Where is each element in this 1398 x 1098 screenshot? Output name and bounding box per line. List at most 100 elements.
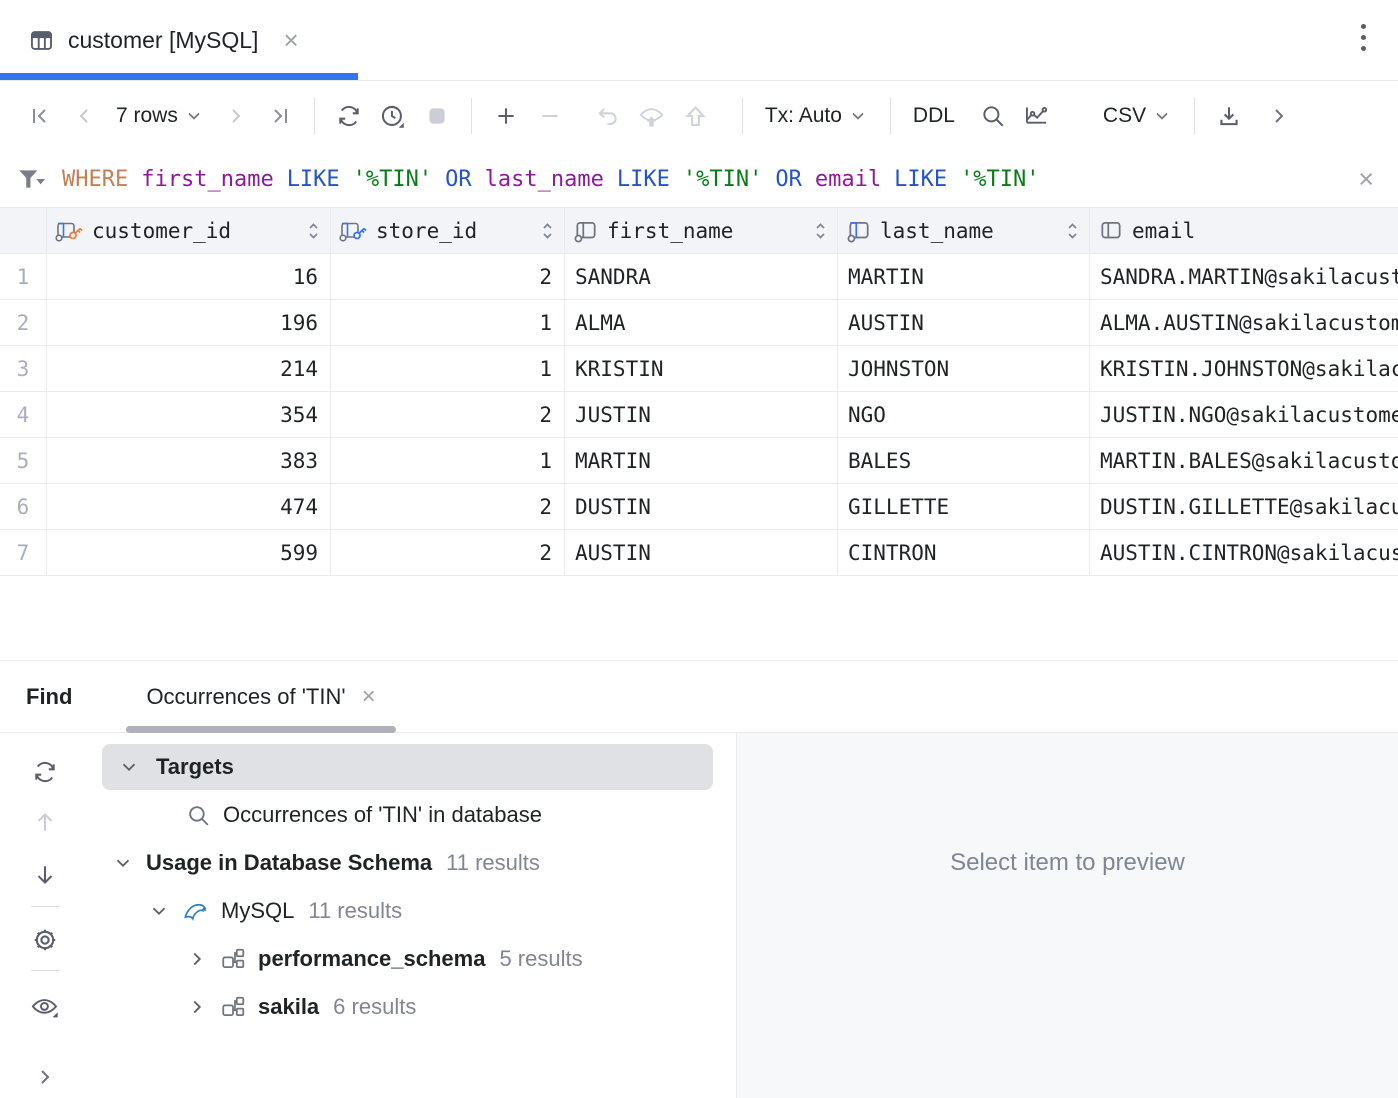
cell-store-id[interactable]: 2 <box>331 484 565 530</box>
cell-last-name[interactable]: JOHNSTON <box>838 346 1090 392</box>
cell-last-name[interactable]: GILLETTE <box>838 484 1090 530</box>
preview-pane: Select item to preview <box>736 733 1398 1098</box>
tree-item-usage-group[interactable]: Usage in Database Schema 11 results <box>90 839 736 887</box>
cell-first-name[interactable]: JUSTIN <box>565 392 838 438</box>
last-page-button[interactable] <box>258 94 302 138</box>
cell-last-name[interactable]: AUSTIN <box>838 300 1090 346</box>
ddl-button[interactable]: DDL <box>903 104 965 128</box>
cell-last-name[interactable]: MARTIN <box>838 254 1090 300</box>
tab-close-icon[interactable]: × <box>283 27 298 53</box>
page-size-selector[interactable]: 7 rows <box>106 104 214 128</box>
expand-strip-chevron-icon[interactable] <box>33 1065 57 1089</box>
next-occurrence-icon[interactable] <box>32 862 58 888</box>
tree-item-mysql[interactable]: MySQL 11 results <box>90 887 736 935</box>
cell-customer-id[interactable]: 354 <box>47 392 331 438</box>
cell-first-name[interactable]: KRISTIN <box>565 346 838 392</box>
cell-store-id[interactable]: 2 <box>331 254 565 300</box>
cell-store-id[interactable]: 1 <box>331 438 565 484</box>
first-page-button[interactable] <box>18 94 62 138</box>
cell-last-name[interactable]: NGO <box>838 392 1090 438</box>
table-grid-icon <box>28 27 55 54</box>
transaction-mode-selector[interactable]: Tx: Auto <box>755 104 878 128</box>
row-number[interactable]: 3 <box>0 346 47 392</box>
cell-customer-id[interactable]: 214 <box>47 346 331 392</box>
cell-email[interactable]: KRISTIN.JOHNSTON@sakilacustomer.org <box>1090 346 1398 392</box>
cell-last-name[interactable]: BALES <box>838 438 1090 484</box>
cell-email[interactable]: MARTIN.BALES@sakilacustomer.org <box>1090 438 1398 484</box>
cell-first-name[interactable]: MARTIN <box>565 438 838 484</box>
reload-data-icon[interactable] <box>327 94 371 138</box>
cell-last-name[interactable]: CINTRON <box>838 530 1090 576</box>
add-row-button[interactable] <box>484 94 528 138</box>
cell-first-name[interactable]: AUSTIN <box>565 530 838 576</box>
find-results-tab[interactable]: Occurrences of 'TIN' × <box>126 661 395 732</box>
sort-arrows-icon <box>541 221 554 241</box>
column-header-first-name[interactable]: first_name <box>565 208 838 254</box>
rerun-search-icon[interactable] <box>32 759 58 785</box>
tree-item-targets[interactable]: Targets <box>90 743 736 791</box>
where-filter-input[interactable]: WHEREfirst_nameLIKE'%TIN'ORlast_nameLIKE… <box>62 167 1053 192</box>
cell-customer-id[interactable]: 383 <box>47 438 331 484</box>
export-format-selector[interactable]: CSV <box>1093 104 1182 128</box>
row-number[interactable]: 5 <box>0 438 47 484</box>
export-download-icon[interactable] <box>1207 94 1251 138</box>
cell-store-id[interactable]: 1 <box>331 346 565 392</box>
tree-item-search-target[interactable]: Occurrences of 'TIN' in database <box>90 791 736 839</box>
sql-token: last_name <box>485 167 604 192</box>
previous-page-button[interactable] <box>62 94 106 138</box>
preview-eye-icon[interactable] <box>30 993 60 1021</box>
filter-funnel-icon[interactable] <box>16 165 46 193</box>
column-name: first_name <box>607 219 733 243</box>
previous-occurrence-icon <box>32 809 58 835</box>
transaction-mode-label: Tx: Auto <box>765 104 842 128</box>
tree-item-performance-schema[interactable]: performance_schema 5 results <box>90 935 736 983</box>
sort-arrows-icon <box>307 221 320 241</box>
cell-customer-id[interactable]: 599 <box>47 530 331 576</box>
filter-close-icon[interactable]: × <box>1358 164 1374 195</box>
more-toolbar-chevron-icon[interactable] <box>1257 94 1301 138</box>
tree-item-sakila[interactable]: sakila 6 results <box>90 983 736 1031</box>
cell-store-id[interactable]: 1 <box>331 300 565 346</box>
cell-customer-id[interactable]: 16 <box>47 254 331 300</box>
preview-changes-icon <box>630 94 674 138</box>
cell-store-id[interactable]: 2 <box>331 392 565 438</box>
cell-first-name[interactable]: ALMA <box>565 300 838 346</box>
row-number[interactable]: 4 <box>0 392 47 438</box>
delete-row-button <box>528 94 572 138</box>
find-header: Find Occurrences of 'TIN' × <box>0 661 1398 733</box>
cell-first-name[interactable]: DUSTIN <box>565 484 838 530</box>
cell-store-id[interactable]: 2 <box>331 530 565 576</box>
row-number[interactable]: 1 <box>0 254 47 300</box>
find-in-grid-icon[interactable] <box>971 94 1015 138</box>
column-header-last-name[interactable]: last_name <box>838 208 1090 254</box>
column-name: email <box>1132 219 1195 243</box>
tab-customer-mysql[interactable]: customer [MySQL] × <box>0 0 299 80</box>
chevron-down-icon <box>848 106 868 126</box>
revert-changes-icon <box>586 94 630 138</box>
cell-customer-id[interactable]: 196 <box>47 300 331 346</box>
cell-email[interactable]: SANDRA.MARTIN@sakilacustomer.org <box>1090 254 1398 300</box>
targets-label: Targets <box>156 754 234 780</box>
cell-email[interactable]: ALMA.AUSTIN@sakilacustomer.org <box>1090 300 1398 346</box>
cell-email[interactable]: JUSTIN.NGO@sakilacustomer.org <box>1090 392 1398 438</box>
cell-email[interactable]: AUSTIN.CINTRON@sakilacustomer.org <box>1090 530 1398 576</box>
plot-chart-icon[interactable] <box>1015 94 1059 138</box>
row-number[interactable]: 2 <box>0 300 47 346</box>
query-history-clock-icon[interactable] <box>371 94 415 138</box>
column-header-store-id[interactable]: store_id <box>331 208 565 254</box>
toolbar-separator <box>890 98 891 134</box>
column-name: store_id <box>376 219 477 243</box>
column-header-customer-id[interactable]: customer_id <box>47 208 331 254</box>
tab-options-kebab-icon[interactable] <box>1361 24 1366 51</box>
cell-first-name[interactable]: SANDRA <box>565 254 838 300</box>
cell-customer-id[interactable]: 474 <box>47 484 331 530</box>
cell-email[interactable]: DUSTIN.GILLETTE@sakilacustomer.org <box>1090 484 1398 530</box>
next-page-button[interactable] <box>214 94 258 138</box>
find-tab-close-icon[interactable]: × <box>362 683 376 711</box>
row-number[interactable]: 7 <box>0 530 47 576</box>
column-header-email[interactable]: email <box>1090 208 1398 254</box>
chevron-down-icon <box>1152 106 1172 126</box>
row-number[interactable]: 6 <box>0 484 47 530</box>
settings-gear-icon[interactable] <box>31 926 59 954</box>
selected-tree-row[interactable]: Targets <box>102 744 713 790</box>
